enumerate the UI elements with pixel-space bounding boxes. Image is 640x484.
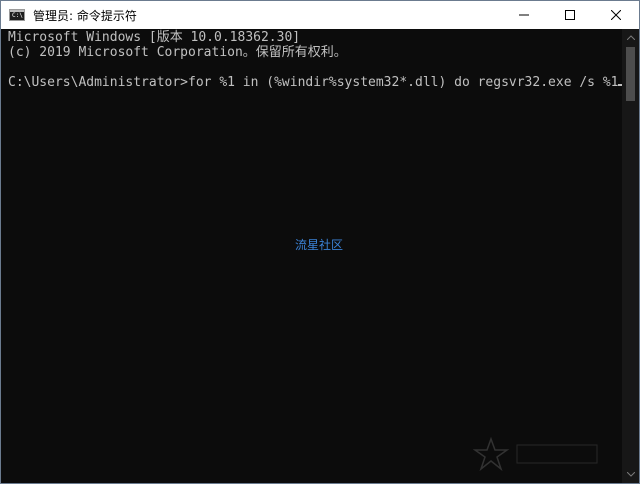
scroll-thumb[interactable] [626, 47, 635, 101]
console-line: (c) 2019 Microsoft Corporation。保留所有权利。 [8, 45, 347, 60]
scroll-up-button[interactable] [622, 29, 639, 46]
close-icon [611, 10, 621, 20]
maximize-button[interactable] [547, 1, 593, 29]
maximize-icon [565, 10, 575, 20]
minimize-button[interactable] [501, 1, 547, 29]
console-icon-glyph: C:\ [12, 12, 23, 19]
title-bar[interactable]: C:\ 管理员: 命令提示符 [1, 1, 639, 29]
watermark-text: 流星社区 [295, 238, 344, 252]
chevron-down-icon [626, 472, 635, 477]
window-controls [501, 1, 639, 29]
console-command: C:\Users\Administrator>for %1 in (%windi… [8, 75, 619, 90]
command-prompt-window: C:\ 管理员: 命令提示符 Microsoft Windows [版本 10.… [0, 0, 640, 484]
scroll-down-button[interactable] [622, 466, 639, 483]
window-title: 管理员: 命令提示符 [33, 8, 137, 23]
minimize-icon [519, 14, 529, 16]
close-button[interactable] [593, 1, 639, 29]
chevron-up-icon [626, 35, 635, 40]
console-prompt-line[interactable]: C:\Users\Administrator>for %1 in (%windi… [8, 75, 627, 90]
console-output[interactable]: Microsoft Windows [版本 10.0.18362.30] (c)… [1, 29, 627, 483]
console-line: Microsoft Windows [版本 10.0.18362.30] [8, 30, 301, 45]
star-logo-icon [473, 436, 598, 472]
console-icon[interactable]: C:\ [9, 9, 25, 21]
vertical-scrollbar[interactable] [622, 29, 639, 483]
